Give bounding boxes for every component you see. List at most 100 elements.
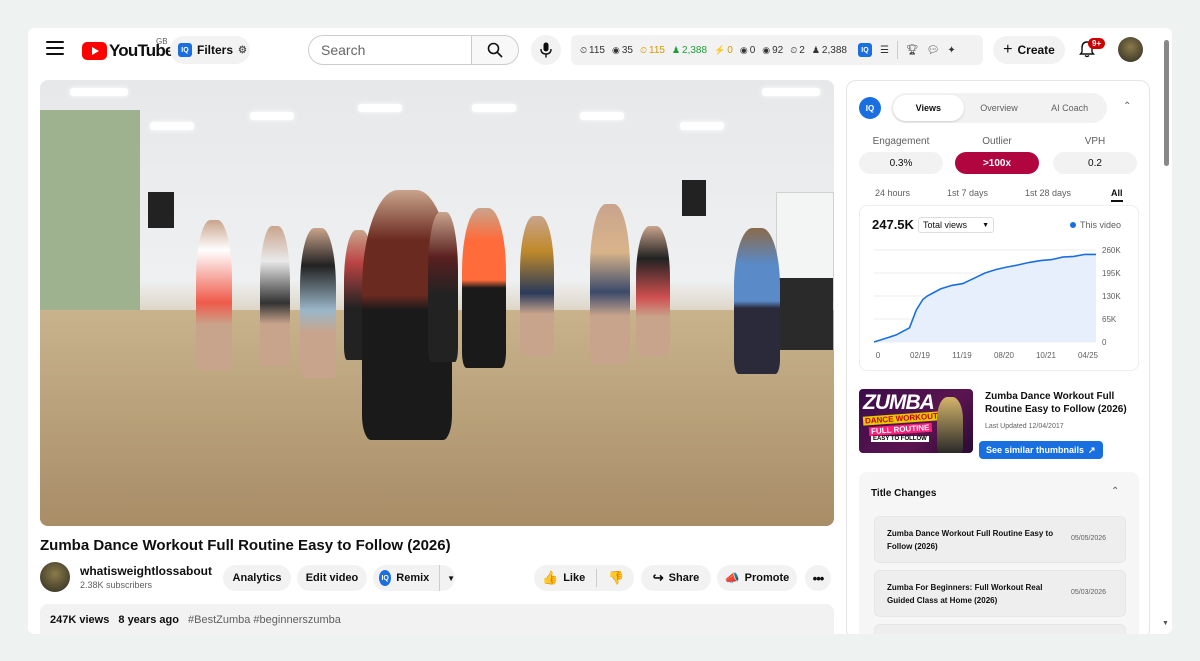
video-light [580, 112, 624, 120]
tab-overview[interactable]: Overview [964, 95, 1035, 121]
youtube-logo[interactable]: YouTube GB [82, 37, 174, 61]
video-speaker [148, 192, 174, 228]
stat-item[interactable]: ⏲ 2 [790, 45, 805, 56]
thumbs-up-icon[interactable]: 👍 [542, 570, 558, 586]
panel-tabs: Views Overview AI Coach [891, 93, 1107, 123]
share-button[interactable]: ↪ Share [641, 565, 711, 591]
plus-icon: + [1003, 41, 1013, 58]
scroll-down-arrow-icon[interactable]: ▼ [1162, 620, 1169, 627]
chart-y-tick: 0 [1102, 338, 1107, 347]
description-box[interactable]: 247K views 8 years ago #BestZumba #begin… [40, 604, 834, 634]
stat-item[interactable]: ⏲ 115 [580, 45, 605, 56]
chart-x-tick: 10/21 [1036, 351, 1057, 360]
stat-item[interactable]: ◉ 92 [762, 45, 783, 56]
microphone-icon [540, 42, 552, 58]
chart-x-tick: 02/19 [910, 351, 931, 360]
search-input[interactable]: Search [308, 35, 472, 65]
app-window: YouTube GB IQ Filters ⚙ Search ⏲ 115 ◉ 35 ⏲ 1… [28, 28, 1172, 634]
filters-button[interactable]: IQ Filters ⚙ [170, 36, 250, 64]
title-change-item[interactable] [874, 624, 1126, 634]
voice-search-button[interactable] [531, 35, 561, 65]
stat-icon: ⏲ [790, 44, 798, 55]
share-label: Share [668, 572, 700, 584]
video-player[interactable] [40, 80, 834, 526]
create-button[interactable]: + Create [993, 36, 1065, 64]
range-tab[interactable]: 1st 7 days [947, 188, 988, 198]
video-light [250, 112, 294, 120]
channel-avatar[interactable] [40, 562, 70, 592]
analytics-button[interactable]: Analytics [223, 565, 291, 591]
remix-iq-icon: IQ [379, 570, 392, 586]
title-change-text: Zumba For Beginners: Full Workout Real G… [887, 583, 1043, 605]
video-dancer [636, 226, 670, 356]
range-tab[interactable]: 1st 28 days [1025, 188, 1071, 198]
menu-icon[interactable] [46, 41, 64, 57]
create-label: Create [1017, 43, 1055, 57]
stat-icon: ♟ [671, 44, 681, 55]
edit-video-label: Edit video [305, 572, 359, 584]
video-thumbnail[interactable]: ZUMBA DANCE WORKOUT FULL ROUTINE EASY TO… [859, 389, 973, 453]
vidiq-logo-icon: IQ [859, 97, 881, 119]
stat-value: 0 [727, 44, 733, 56]
hashtags[interactable]: #BestZumba #beginnerszumba [188, 614, 341, 626]
video-dancer [590, 204, 630, 364]
stat-icon: ⏲ [639, 44, 647, 55]
title-change-item[interactable]: Zumba For Beginners: Full Workout Real G… [874, 570, 1126, 617]
video-dancer [300, 228, 336, 378]
chevron-down-icon[interactable]: ▼ [447, 574, 455, 583]
tab-ai-coach[interactable]: AI Coach [1034, 95, 1105, 121]
metric-label: Outlier [982, 136, 1012, 147]
stat-icon: ◉ [611, 44, 620, 55]
more-actions-button[interactable]: ••• [805, 565, 831, 591]
title-change-item[interactable]: Zumba Dance Workout Full Routine Easy to… [874, 516, 1126, 563]
megaphone-icon: 📣 [724, 571, 740, 585]
tab-views[interactable]: Views [893, 95, 964, 121]
page-scrollbar-thumb[interactable] [1164, 40, 1169, 166]
stat-item[interactable]: ◉ 35 [612, 45, 633, 56]
video-speaker [682, 180, 706, 216]
video-piano [775, 278, 833, 350]
range-tab[interactable]: All [1111, 188, 1123, 202]
stat-value: 2,388 [821, 44, 847, 56]
stat-value: 2,388 [682, 44, 708, 56]
chevron-up-icon[interactable]: ⌃ [1111, 486, 1119, 497]
chart-x-tick: 0 [876, 351, 881, 360]
metric-value: >100x [955, 152, 1039, 174]
like-label[interactable]: Like [563, 572, 585, 584]
promote-button[interactable]: 📣 Promote [717, 565, 797, 591]
more-icon: ••• [812, 570, 825, 586]
analytics-label: Analytics [232, 572, 282, 584]
video-dancer [196, 220, 232, 370]
thumbs-down-icon[interactable]: 👎 [608, 570, 624, 586]
trophy-icon: 🏆︎ [905, 44, 919, 56]
channel-name[interactable]: whatisweightlossabout [80, 564, 212, 578]
title-changes-card: Title Changes ⌃ Zumba Dance Workout Full… [859, 472, 1139, 634]
video-light [680, 122, 724, 130]
video-light [70, 88, 128, 96]
chart-y-tick: 65K [1102, 315, 1117, 324]
account-avatar[interactable] [1118, 37, 1143, 62]
views-chart: 260K 195K 130K 65K 0 0 02/19 11/19 08/20 10/21 04/… [873, 246, 1121, 360]
video-title: Zumba Dance Workout Full Routine Easy to… [40, 537, 451, 554]
stat-item[interactable]: ♟ 2,388 [672, 45, 707, 56]
range-tab[interactable]: 24 hours [875, 188, 910, 198]
chart-y-tick: 130K [1102, 292, 1121, 301]
video-light [472, 104, 516, 112]
stats-extra-icons[interactable]: IQ ☰ 🏆︎ 💬︎ ✦ [857, 41, 956, 59]
like-dislike-group: 👍 Like 👎 [534, 565, 634, 591]
video-dancer [428, 212, 458, 362]
stat-item[interactable]: ⚡ 0 [714, 45, 733, 56]
see-similar-thumbnails-button[interactable]: See similar thumbnails ↗ [979, 441, 1103, 459]
like-divider [596, 569, 598, 587]
remix-label: Remix [396, 572, 430, 584]
remix-button[interactable]: IQ Remix ▼ [373, 565, 455, 591]
stat-item[interactable]: ◉ 0 [740, 45, 755, 56]
stat-item[interactable]: ♟ 2,388 [812, 45, 847, 56]
edit-video-button[interactable]: Edit video [297, 565, 367, 591]
search-button[interactable] [471, 35, 519, 65]
chevron-up-icon[interactable]: ⌃ [1123, 101, 1131, 112]
stat-value: 2 [799, 44, 805, 56]
stat-item[interactable]: ⏲ 115 [640, 45, 665, 56]
video-dancer [260, 226, 290, 366]
chart-x-tick: 04/25 [1078, 351, 1099, 360]
